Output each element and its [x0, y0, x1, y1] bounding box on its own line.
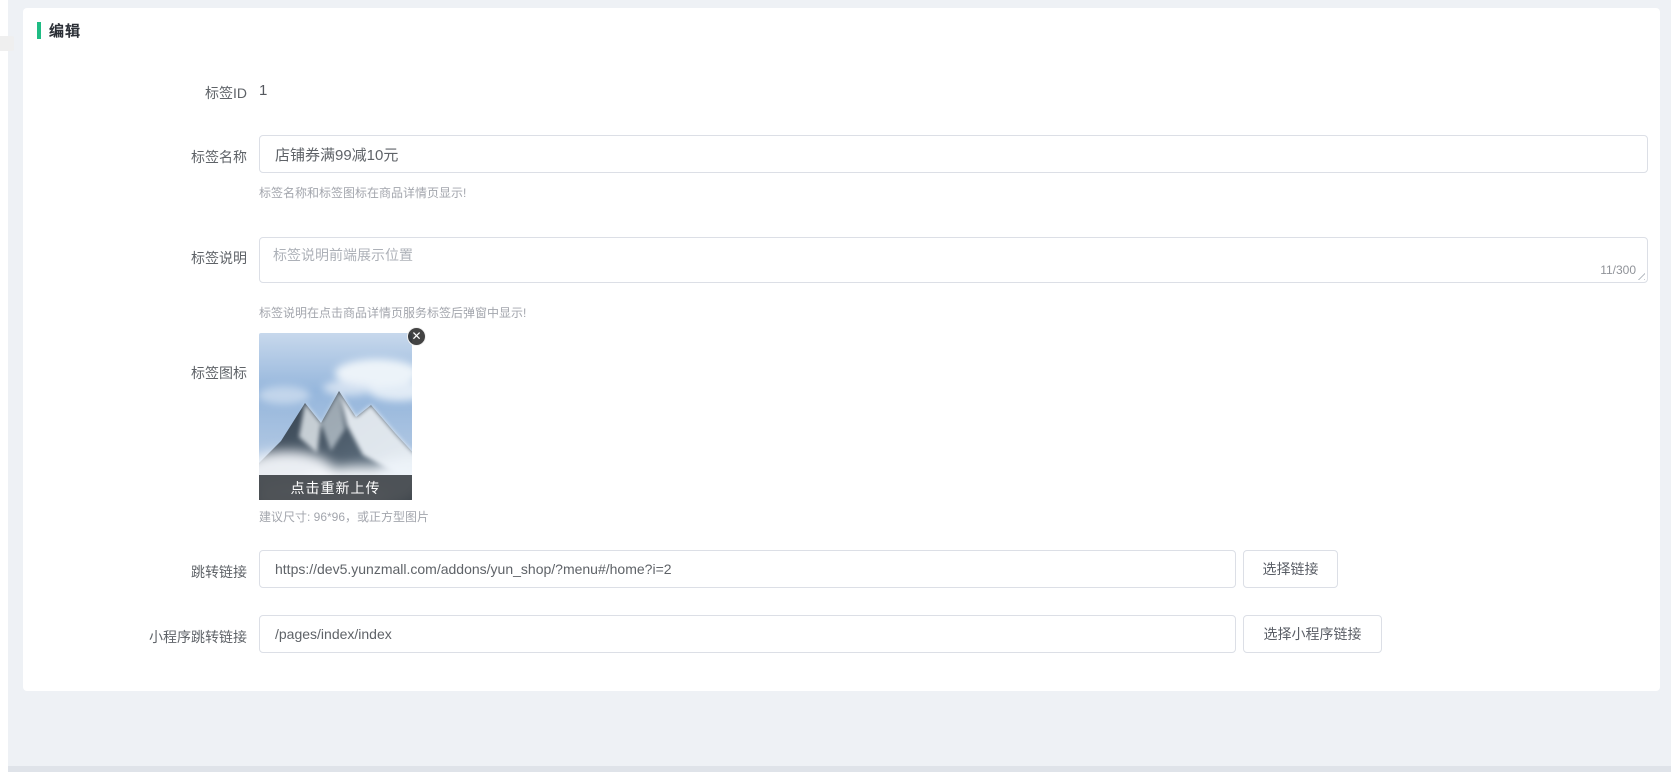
jump-link-label: 跳转链接 — [23, 562, 247, 582]
edit-panel: 编辑 标签ID 1 标签名称 标签名称和标签图标在商品详情页显示! 标签说明 1… — [23, 8, 1660, 691]
tag-desc-textarea[interactable] — [259, 237, 1648, 283]
mini-link-label: 小程序跳转链接 — [23, 627, 247, 647]
collapsed-sidebar-strip — [0, 0, 8, 772]
jump-link-input[interactable] — [259, 550, 1236, 588]
tag-name-input[interactable] — [259, 135, 1648, 173]
bottom-scroll-track[interactable] — [8, 766, 1671, 772]
panel-header: 编辑 — [37, 21, 81, 39]
page-title: 编辑 — [49, 20, 81, 41]
tag-desc-helper: 标签说明在点击商品详情页服务标签后弹窗中显示! — [259, 304, 526, 321]
tag-id-label: 标签ID — [23, 83, 247, 103]
page: { "page": { "background_color": "#eef1f5… — [0, 0, 1671, 772]
tag-desc-label: 标签说明 — [23, 248, 247, 268]
select-link-button[interactable]: 选择链接 — [1243, 550, 1338, 588]
select-mini-link-button[interactable]: 选择小程序链接 — [1243, 615, 1382, 653]
char-counter: 11/300 — [1600, 264, 1636, 276]
tag-icon-helper: 建议尺寸: 96*96，或正方型图片 — [259, 508, 429, 525]
collapsed-sidebar-item[interactable] — [0, 36, 14, 51]
tag-id-value: 1 — [259, 82, 267, 99]
tag-icon-label: 标签图标 — [23, 363, 247, 383]
tag-desc-field: 11/300 — [259, 237, 1648, 283]
tag-name-helper: 标签名称和标签图标在商品详情页显示! — [259, 184, 466, 201]
close-icon[interactable]: ✕ — [407, 327, 426, 346]
tag-icon-uploader[interactable]: 点击重新上传 ✕ — [259, 333, 412, 500]
reupload-overlay[interactable]: 点击重新上传 — [259, 475, 412, 500]
mini-link-input[interactable] — [259, 615, 1236, 653]
title-accent-bar — [37, 22, 41, 39]
tag-name-label: 标签名称 — [23, 147, 247, 167]
